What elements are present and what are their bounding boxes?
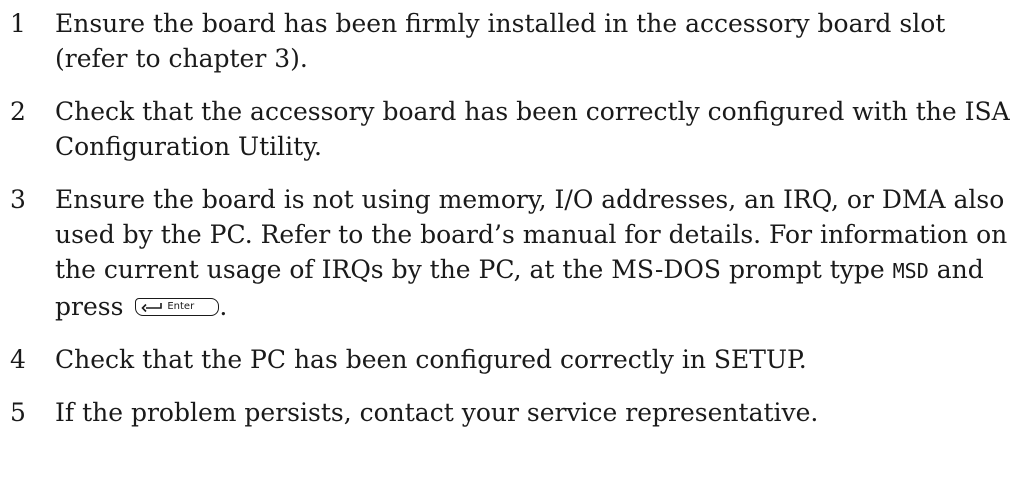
step-text: Check that the accessory board has been … xyxy=(55,97,1010,161)
step-text: Ensure the board has been firmly install… xyxy=(55,9,946,73)
step-number: 4 xyxy=(10,345,26,374)
msd-command: MSD xyxy=(892,259,929,283)
step-number: 1 xyxy=(10,9,26,38)
step-1: 1 Ensure the board has been firmly insta… xyxy=(10,6,1015,76)
step-text: If the problem persists, contact your se… xyxy=(55,398,819,427)
step-4: 4 Check that the PC has been configured … xyxy=(10,342,1015,377)
troubleshooting-steps-list: 1 Ensure the board has been firmly insta… xyxy=(10,6,1015,448)
step-number: 3 xyxy=(10,185,26,214)
step-text: Check that the PC has been configured co… xyxy=(55,345,807,374)
step-text-end: . xyxy=(219,292,228,321)
enter-key-label: Enter xyxy=(167,300,195,312)
step-text-before-code: Ensure the board is not using memory, I/… xyxy=(55,185,1008,284)
step-2: 2 Check that the accessory board has bee… xyxy=(10,94,1015,164)
step-number: 5 xyxy=(10,398,26,427)
step-text: Ensure the board is not using memory, I/… xyxy=(55,182,1015,324)
step-5: 5 If the problem persists, contact your … xyxy=(10,395,1015,430)
step-number: 2 xyxy=(10,97,26,126)
step-3: 3 Ensure the board is not using memory, … xyxy=(10,182,1015,324)
enter-key: Enter xyxy=(135,297,220,316)
enter-arrow-icon xyxy=(141,302,163,312)
